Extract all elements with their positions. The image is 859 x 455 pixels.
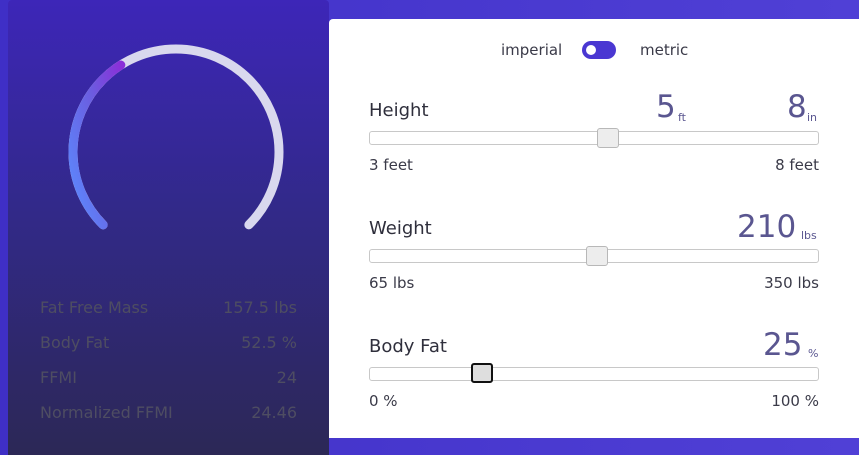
height-title: Height <box>369 100 429 121</box>
weight-value: 210 <box>737 209 797 245</box>
bodyfat-title: Body Fat <box>369 336 447 357</box>
results-panel: Fat Free Mass 157.5 lbs Body Fat 52.5 % … <box>8 0 329 455</box>
stat-label: FFMI <box>40 368 77 387</box>
weight-unit: lbs <box>801 229 817 242</box>
bodyfat-slider-track[interactable] <box>369 367 819 381</box>
stat-value: 157.5 lbs <box>223 298 297 317</box>
bodyfat-max-label: 100 % <box>771 392 819 410</box>
stat-value: 52.5 % <box>241 333 297 352</box>
height-inches-unit: in <box>807 111 818 124</box>
height-inches-value: 8 <box>787 89 807 125</box>
height-min-label: 3 feet <box>369 156 413 174</box>
stat-body-fat: Body Fat 52.5 % <box>40 325 297 360</box>
imperial-label[interactable]: imperial <box>501 41 562 59</box>
weight-slider-thumb[interactable] <box>586 246 608 266</box>
height-feet-unit: ft <box>678 111 686 124</box>
stat-label: Normalized FFMI <box>40 403 173 422</box>
stat-label: Body Fat <box>40 333 110 352</box>
switch-knob <box>586 45 596 55</box>
height-max-label: 8 feet <box>775 156 819 174</box>
height-group: Height 5 ft 8 in 3 feet 8 feet <box>369 89 819 179</box>
bodyfat-unit: % <box>808 347 819 360</box>
weight-title: Weight <box>369 218 432 239</box>
bodyfat-min-label: 0 % <box>369 392 398 410</box>
stat-value: 24 <box>276 368 297 387</box>
stat-ffmi: FFMI 24 <box>40 360 297 395</box>
weight-group: Weight 210 lbs 65 lbs 350 lbs <box>369 209 819 299</box>
stat-fat-free-mass: Fat Free Mass 157.5 lbs <box>40 290 297 325</box>
gauge-fill <box>68 60 126 230</box>
stat-normalized-ffmi: Normalized FFMI 24.46 <box>40 395 297 430</box>
bodyfat-slider-thumb[interactable] <box>471 363 493 383</box>
input-panel: imperial metric Height 5 ft 8 in 3 feet … <box>329 19 859 438</box>
bodyfat-group: Body Fat 25 % 0 % 100 % <box>369 327 819 417</box>
bodyfat-value: 25 <box>763 327 803 363</box>
height-feet-value: 5 <box>656 89 676 125</box>
stat-value: 24.46 <box>251 403 297 422</box>
weight-max-label: 350 lbs <box>764 274 819 292</box>
weight-min-label: 65 lbs <box>369 274 415 292</box>
height-slider-thumb[interactable] <box>597 128 619 148</box>
stats-list: Fat Free Mass 157.5 lbs Body Fat 52.5 % … <box>40 290 297 430</box>
stat-label: Fat Free Mass <box>40 298 149 317</box>
unit-switch[interactable] <box>582 41 616 59</box>
unit-toggle: imperial metric <box>329 39 859 61</box>
height-slider-track[interactable] <box>369 131 819 145</box>
metric-label[interactable]: metric <box>640 41 688 59</box>
ffmi-gauge <box>68 44 284 230</box>
